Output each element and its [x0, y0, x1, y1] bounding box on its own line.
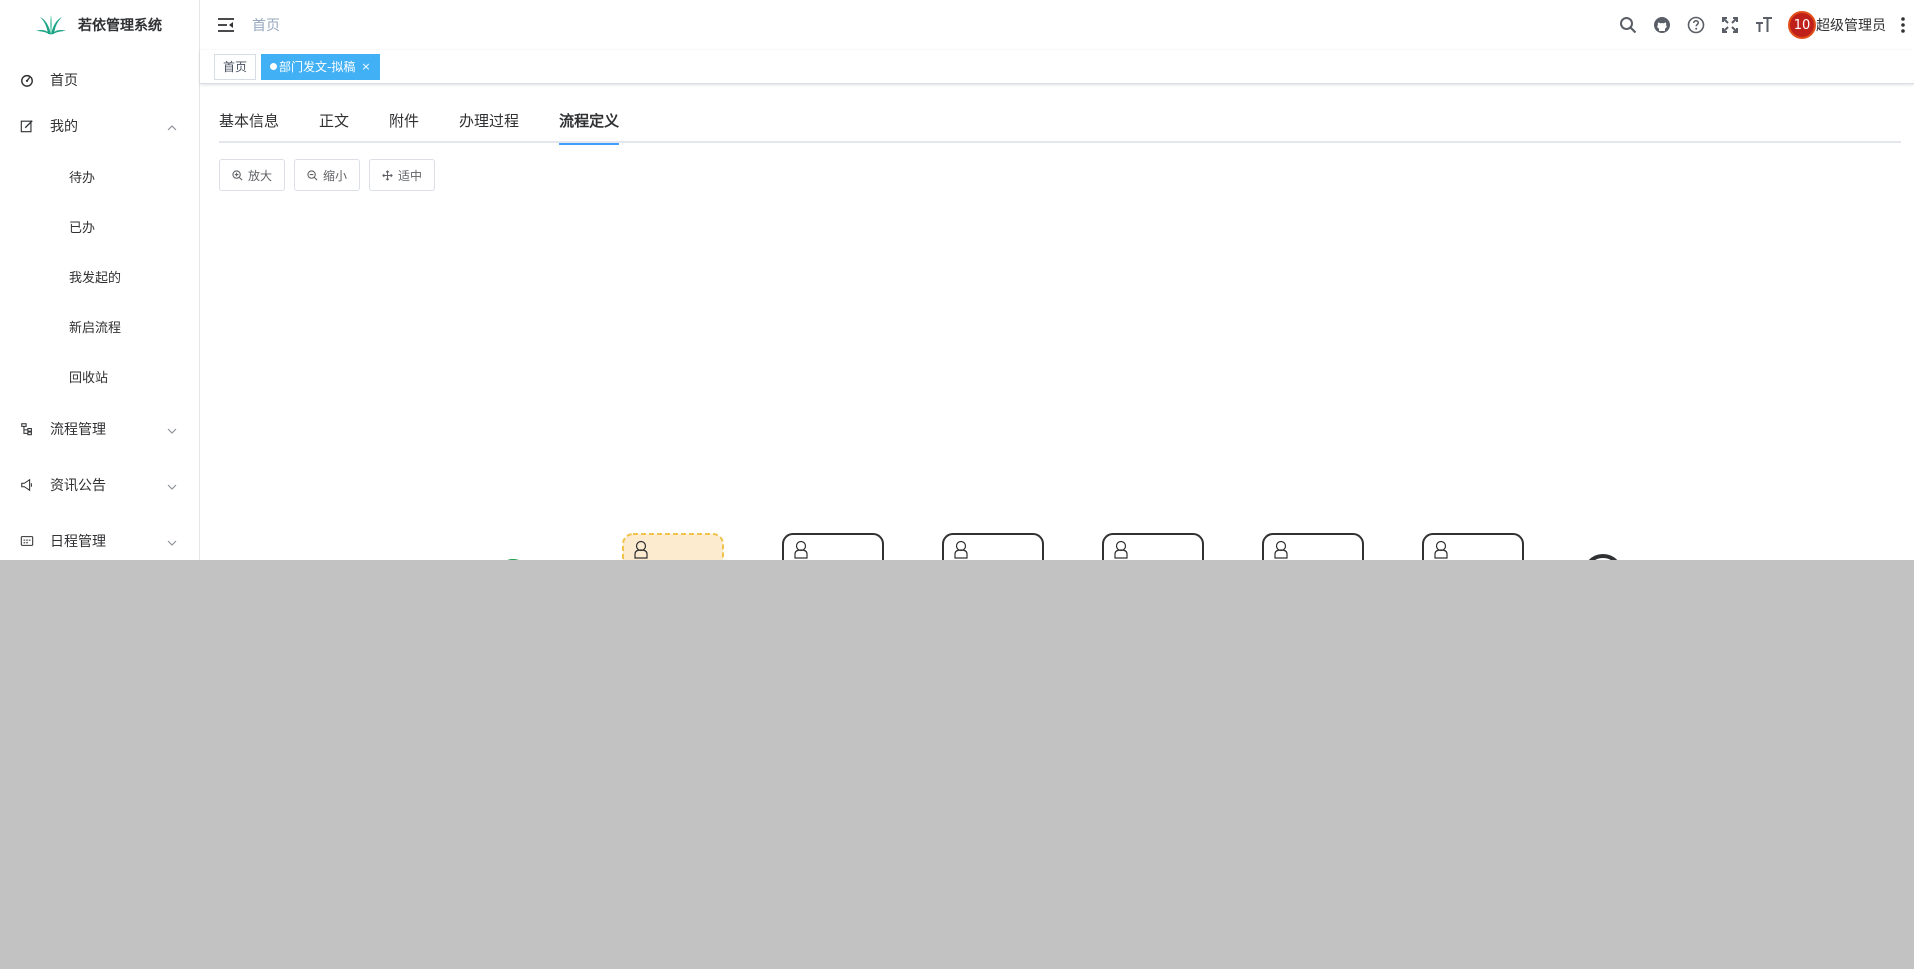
search-icon[interactable]	[1618, 15, 1638, 35]
username[interactable]: 超级管理员	[1816, 15, 1886, 35]
active-dot-icon	[270, 63, 278, 70]
chevron-up-icon	[167, 121, 177, 131]
app-root: 若依管理系统 首页 我的 待办 已办 我发起的 新启流程 回收站 流程管理 资讯…	[0, 0, 1914, 969]
megaphone-icon	[20, 478, 34, 492]
sidebar-item-label: 资讯公告	[50, 478, 106, 494]
tags-view: 首页 部门发文-拟稿 ×	[200, 50, 1914, 84]
sidebar-item-announcements[interactable]: 资讯公告	[0, 457, 199, 513]
font-size-icon[interactable]	[1754, 15, 1774, 35]
navbar-right: 10 超级管理员	[1618, 0, 1914, 50]
app-title: 若依管理系统	[78, 18, 162, 34]
tag-dept-dispatch-draft[interactable]: 部门发文-拟稿 ×	[261, 53, 380, 80]
close-icon[interactable]: ×	[361, 55, 370, 79]
sidebar-item-label: 日程管理	[50, 534, 106, 550]
tree-icon	[20, 422, 34, 436]
sidebar-subitem-recycle-bin[interactable]: 回收站	[0, 351, 199, 401]
more-vertical-icon[interactable]	[1900, 15, 1906, 35]
hamburger-icon[interactable]	[217, 16, 235, 34]
chevron-down-icon	[167, 536, 177, 546]
sidebar-item-label: 我的	[50, 119, 78, 135]
tag-label: 部门发文-拟稿	[279, 59, 356, 74]
sidebar-subitem-todo[interactable]: 待办	[0, 151, 199, 201]
sidebar-subitem-new-process[interactable]: 新启流程	[0, 301, 199, 351]
fullscreen-icon[interactable]	[1720, 15, 1740, 35]
sidebar-item-process-management[interactable]: 流程管理	[0, 401, 199, 457]
sidebar-item-mine[interactable]: 我的	[0, 98, 199, 154]
avatar[interactable]: 10	[1788, 11, 1816, 39]
edit-icon	[20, 119, 34, 133]
sidebar-item-label: 首页	[50, 73, 78, 89]
loading-overlay	[0, 560, 1914, 969]
help-icon[interactable]	[1686, 15, 1706, 35]
chevron-down-icon	[167, 480, 177, 490]
breadcrumb[interactable]: 首页	[252, 15, 280, 35]
sidebar-item-label: 流程管理	[50, 422, 106, 438]
tag-label: 首页	[223, 59, 248, 74]
logo-icon	[36, 15, 66, 35]
navbar: 首页 10 超级管理员	[200, 0, 1914, 50]
tag-home[interactable]: 首页	[214, 53, 257, 80]
github-icon[interactable]	[1652, 15, 1672, 35]
chevron-down-icon	[167, 424, 177, 434]
sidebar-subitem-started-by-me[interactable]: 我发起的	[0, 251, 199, 301]
logo[interactable]: 若依管理系统	[0, 0, 199, 50]
calendar-icon	[20, 534, 34, 548]
sidebar-subitem-done[interactable]: 已办	[0, 201, 199, 251]
dashboard-icon	[20, 73, 34, 87]
